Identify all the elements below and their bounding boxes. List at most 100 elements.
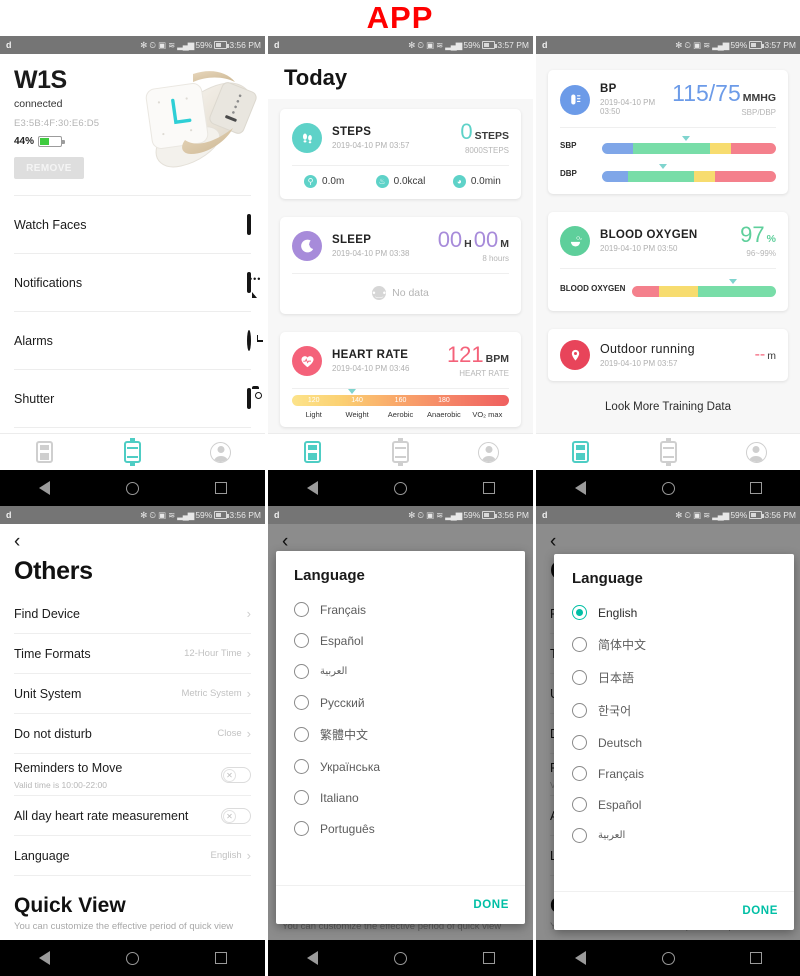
sleep-no-data: •‿• No data: [280, 274, 521, 314]
card-heart-rate[interactable]: HEART RATE 2019-04-10 PM 03:46 121 BPM HE…: [280, 332, 521, 427]
card-blood-oxygen[interactable]: O₂ BLOOD OXYGEN 2019-04-10 PM 03:50 97% …: [548, 212, 788, 311]
nav-back-button[interactable]: [0, 951, 88, 965]
tab-data[interactable]: [268, 441, 356, 463]
settings-row-do-not-disturb[interactable]: Do not disturb Close ›: [14, 714, 251, 754]
settings-row-reminders-to-move[interactable]: Reminders to Move Valid time is 10:00-22…: [14, 754, 251, 796]
nav-home-button[interactable]: [356, 481, 444, 495]
radio-icon[interactable]: [294, 602, 309, 617]
language-option-portugues[interactable]: Português: [276, 813, 525, 844]
battery-icon: [214, 511, 230, 519]
radio-icon[interactable]: [572, 670, 587, 685]
nav-recents-button[interactable]: [177, 482, 265, 494]
nav-back-button[interactable]: [268, 951, 356, 965]
look-more-training-data-link[interactable]: Look More Training Data: [536, 391, 800, 413]
settings-row-time-formats[interactable]: Time Formats 12-Hour Time ›: [14, 634, 251, 674]
reminders-to-move-toggle[interactable]: ✕: [221, 766, 251, 783]
nav-recents-button[interactable]: [445, 482, 533, 494]
language-option-english[interactable]: English: [554, 597, 794, 628]
radio-icon[interactable]: [572, 735, 587, 750]
language-option-arabic[interactable]: العربية: [554, 820, 794, 851]
radio-icon[interactable]: [294, 695, 309, 710]
bluetooth-icon: ✻: [140, 509, 148, 520]
radio-icon[interactable]: [572, 828, 587, 843]
settings-row-language[interactable]: Language English ›: [14, 836, 251, 876]
all-day-heart-rate-toggle[interactable]: ✕: [221, 807, 251, 824]
settings-row-alarms[interactable]: Alarms: [14, 312, 251, 370]
settings-row-unit-system[interactable]: Unit System Metric System ›: [14, 674, 251, 714]
settings-row-all-day-heart-rate[interactable]: All day heart rate measurement ✕: [14, 796, 251, 836]
nav-home-button[interactable]: [88, 481, 176, 495]
radio-icon[interactable]: [572, 797, 587, 812]
nav-recents-button[interactable]: [445, 952, 533, 964]
radio-icon[interactable]: [572, 703, 587, 718]
tab-device[interactable]: [624, 438, 712, 466]
dialog-done-button[interactable]: DONE: [742, 905, 778, 917]
nav-recents-button[interactable]: [712, 952, 800, 964]
row-label: Shutter: [14, 391, 55, 406]
nav-home-button[interactable]: [624, 951, 712, 965]
settings-row-watch-faces[interactable]: Watch Faces: [14, 196, 251, 254]
nav-back-button[interactable]: [536, 481, 624, 495]
person-icon: [745, 441, 767, 463]
tab-device[interactable]: [356, 438, 444, 466]
tab-profile[interactable]: [445, 441, 533, 463]
status-carrier: d: [274, 40, 280, 50]
language-option-traditional-chinese[interactable]: 繁體中文: [276, 718, 525, 751]
alarm-icon: ⏲: [417, 509, 425, 520]
nav-home-button[interactable]: [624, 481, 712, 495]
radio-icon[interactable]: [572, 766, 587, 781]
language-option-italiano[interactable]: Italiano: [276, 782, 525, 813]
bluetooth-icon: ✻: [408, 509, 416, 520]
language-option-espanol[interactable]: Español: [554, 789, 794, 820]
language-option-korean[interactable]: 한국어: [554, 694, 794, 727]
language-options-list[interactable]: Français Español العربية Русский 繁體中文 Ук…: [276, 594, 525, 885]
page-title: APP: [366, 0, 434, 35]
nav-recents-button[interactable]: [177, 952, 265, 964]
nav-back-button[interactable]: [268, 481, 356, 495]
nav-recents-button[interactable]: [712, 482, 800, 494]
settings-row-notifications[interactable]: Notifications •••: [14, 254, 260, 312]
language-option-arabic[interactable]: العربية: [276, 656, 525, 687]
card-outdoor-running[interactable]: Outdoor running 2019-04-10 PM 03:57 -- m: [548, 329, 788, 381]
wifi-icon: ≋: [436, 39, 444, 50]
radio-icon-selected[interactable]: [572, 605, 587, 620]
language-options-list[interactable]: English 简体中文 日本語 한국어 Deutsch Français Es…: [554, 597, 794, 891]
language-option-francais[interactable]: Français: [276, 594, 525, 625]
card-timestamp: 2019-04-10 PM 03:50: [600, 244, 678, 253]
camera-icon: [247, 385, 259, 409]
steps-goal: 8000STEPS: [464, 146, 509, 155]
language-option-russian[interactable]: Русский: [276, 687, 525, 718]
settings-row-find-device[interactable]: Find Device ›: [14, 594, 251, 634]
tab-profile[interactable]: [712, 441, 800, 463]
radio-icon[interactable]: [294, 790, 309, 805]
back-chevron-icon[interactable]: ‹: [0, 524, 265, 551]
nav-back-button[interactable]: [536, 951, 624, 965]
language-option-japanese[interactable]: 日本語: [554, 661, 794, 694]
tab-data[interactable]: [0, 441, 88, 463]
tab-device[interactable]: [88, 438, 176, 466]
radio-icon[interactable]: [294, 759, 309, 774]
remove-device-button[interactable]: REMOVE: [14, 157, 84, 179]
language-option-francais[interactable]: Français: [554, 758, 794, 789]
nav-home-button[interactable]: [356, 951, 444, 965]
language-option-espanol[interactable]: Español: [276, 625, 525, 656]
radio-icon[interactable]: [294, 821, 309, 836]
radio-icon[interactable]: [294, 664, 309, 679]
tab-data[interactable]: [536, 441, 624, 463]
radio-icon[interactable]: [294, 727, 309, 742]
card-sleep[interactable]: SLEEP 2019-04-10 PM 03:38 00 H00 M 8 hours…: [280, 217, 521, 314]
language-option-simplified-chinese[interactable]: 简体中文: [554, 628, 794, 661]
tab-profile[interactable]: [177, 441, 265, 463]
nav-home-button[interactable]: [88, 951, 176, 965]
card-blood-pressure[interactable]: BP 2019-04-10 PM 03:50 115/75 MMHG SBP/DB…: [548, 70, 788, 194]
status-battery-pct: 59%: [463, 510, 481, 520]
card-steps[interactable]: STEPS 2019-04-10 PM 03:57 0 STEPS 8000STE…: [280, 109, 521, 199]
dialog-done-button[interactable]: DONE: [473, 899, 509, 911]
radio-icon[interactable]: [572, 637, 587, 652]
language-option-ukrainian[interactable]: Українська: [276, 751, 525, 782]
option-label: Español: [320, 633, 364, 648]
language-option-deutsch[interactable]: Deutsch: [554, 727, 794, 758]
nav-back-button[interactable]: [0, 481, 88, 495]
settings-row-shutter[interactable]: Shutter: [14, 370, 259, 428]
radio-icon[interactable]: [294, 633, 309, 648]
